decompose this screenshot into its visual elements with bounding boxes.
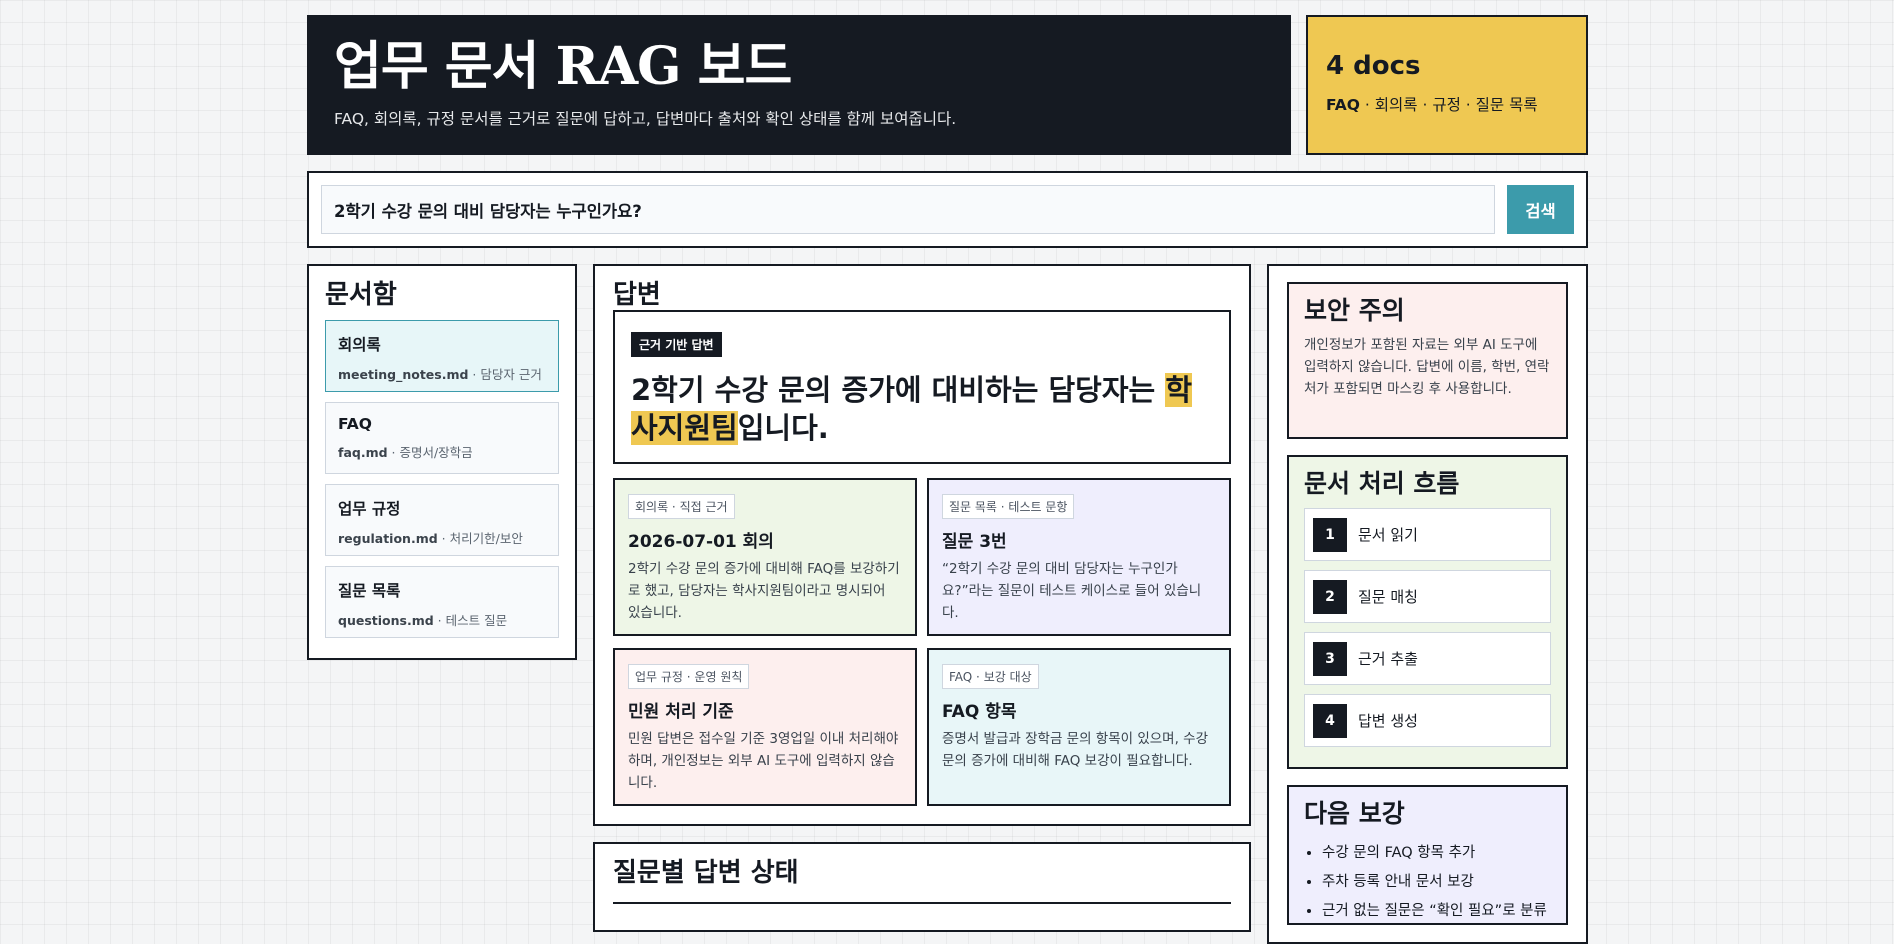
hero-banner: 업무 문서 RAG 보드 FAQ, 회의록, 규정 문서를 근거로 질문에 답하… <box>307 15 1291 155</box>
evidence-card: 회의록 · 직접 근거 2026-07-01 회의 2학기 수강 문의 증가에 … <box>613 478 917 636</box>
evidence-body: 2학기 수강 문의 증가에 대비해 FAQ를 보강하기로 했고, 담당자는 학사… <box>628 561 900 621</box>
answer-panel: 답변 근거 기반 답변 2학기 수강 문의 증가에 대비하는 담당자는 학사지원… <box>593 264 1251 826</box>
evidence-title: 2026-07-01 회의 <box>628 532 774 552</box>
next-improvements-list: 수강 문의 FAQ 항목 추가 주차 등록 안내 문서 보강 근거 없는 질문은… <box>1304 839 1551 926</box>
evidence-tag: 업무 규정 · 운영 원칙 <box>628 664 750 689</box>
flow-step-label: 질문 매칭 <box>1358 588 1418 606</box>
doc-item-regulation[interactable]: 업무 규정 regulation.md · 처리기한/보안 <box>325 484 559 556</box>
evidence-tag: 회의록 · 직접 근거 <box>628 494 735 519</box>
doc-item-desc: · 담당자 근거 <box>468 367 542 382</box>
info-sidebar: 보안 주의 개인정보가 포함된 자료는 외부 AI 도구에 입력하지 않습니다.… <box>1267 264 1588 944</box>
doc-item-meeting-notes[interactable]: 회의록 meeting_notes.md · 담당자 근거 <box>325 320 559 392</box>
search-button[interactable]: 검색 <box>1507 185 1574 234</box>
security-body: 개인정보가 포함된 자료는 외부 AI 도구에 입력하지 않습니다. 답변에 이… <box>1304 337 1550 397</box>
doc-item-meta: questions.md · 테스트 질문 <box>338 610 546 629</box>
evidence-tag: 질문 목록 · 테스트 문항 <box>942 494 1075 519</box>
answer-heading: 답변 <box>613 280 661 310</box>
evidence-tag: FAQ · 보강 대상 <box>942 664 1039 689</box>
flow-step-number: 1 <box>1313 517 1347 552</box>
flow-step: 2 질문 매칭 <box>1304 570 1551 623</box>
answer-text-before: 2학기 수강 문의 증가에 대비하는 담당자는 <box>631 373 1166 407</box>
process-flow: 문서 처리 흐름 1 문서 읽기 2 질문 매칭 3 근거 추출 4 답변 생성 <box>1287 455 1568 769</box>
evidence-card: FAQ · 보강 대상 FAQ 항목 증명서 발급과 장학금 문의 항목이 있으… <box>927 648 1231 806</box>
doc-item-desc: · 처리기한/보안 <box>437 531 523 546</box>
doc-item-file: faq.md <box>338 445 388 460</box>
security-heading: 보안 주의 <box>1304 296 1405 325</box>
process-flow-heading: 문서 처리 흐름 <box>1304 469 1460 498</box>
flow-step-number: 2 <box>1313 579 1347 614</box>
flow-step: 1 문서 읽기 <box>1304 508 1551 561</box>
doc-item-desc: · 테스트 질문 <box>433 613 508 628</box>
evidence-title: 질문 3번 <box>942 532 1007 552</box>
list-item: 근거 없는 질문은 “확인 필요”로 분류 <box>1322 897 1551 926</box>
doc-item-meta: meeting_notes.md · 담당자 근거 <box>338 364 546 383</box>
answer-status-table <box>613 902 1231 904</box>
answer-text: 2학기 수강 문의 증가에 대비하는 담당자는 학사지원팀입니다. <box>631 371 1213 447</box>
answer-status-panel: 질문별 답변 상태 <box>593 842 1251 932</box>
search-bar: 검색 <box>307 171 1588 248</box>
flow-step-label: 답변 생성 <box>1358 712 1418 730</box>
evidence-title: FAQ 항목 <box>942 702 1017 722</box>
document-list-heading: 문서함 <box>325 280 397 310</box>
evidence-card: 업무 규정 · 운영 원칙 민원 처리 기준 민원 답변은 접수일 기준 3영업… <box>613 648 917 806</box>
flow-step-number: 3 <box>1313 641 1347 676</box>
page-subtitle: FAQ, 회의록, 규정 문서를 근거로 질문에 답하고, 답변마다 출처와 확… <box>334 110 957 128</box>
evidence-title: 민원 처리 기준 <box>628 702 734 722</box>
next-improvements: 다음 보강 수강 문의 FAQ 항목 추가 주차 등록 안내 문서 보강 근거 … <box>1287 785 1568 925</box>
list-item: 주차 등록 안내 문서 보강 <box>1322 868 1551 897</box>
doc-item-file: meeting_notes.md <box>338 367 469 382</box>
docs-types: FAQ · 회의록 · 규정 · 질문 목록 <box>1326 93 1568 115</box>
doc-item-title: 회의록 <box>338 336 381 354</box>
docs-summary-card: 4 docs FAQ · 회의록 · 규정 · 질문 목록 <box>1306 15 1588 155</box>
evidence-body: 민원 답변은 접수일 기준 3영업일 이내 처리해야 하며, 개인정보는 외부 … <box>628 731 899 791</box>
doc-item-file: regulation.md <box>338 531 438 546</box>
answer-status-heading: 질문별 답변 상태 <box>613 858 799 888</box>
doc-item-meta: regulation.md · 처리기한/보안 <box>338 528 546 547</box>
list-item: 수강 문의 FAQ 항목 추가 <box>1322 839 1551 868</box>
flow-step-label: 근거 추출 <box>1358 650 1418 668</box>
answer-badge: 근거 기반 답변 <box>631 332 722 357</box>
doc-item-title: 업무 규정 <box>338 500 401 518</box>
flow-step: 4 답변 생성 <box>1304 694 1551 747</box>
flow-step-number: 4 <box>1313 703 1347 738</box>
answer-text-after: 입니다. <box>737 411 829 445</box>
security-notice: 보안 주의 개인정보가 포함된 자료는 외부 AI 도구에 입력하지 않습니다.… <box>1287 282 1568 439</box>
doc-item-title: 질문 목록 <box>338 582 401 600</box>
answer-card: 근거 기반 답변 2학기 수강 문의 증가에 대비하는 담당자는 학사지원팀입니… <box>613 310 1231 464</box>
doc-item-meta: faq.md · 증명서/장학금 <box>338 442 546 461</box>
doc-item-desc: · 증명서/장학금 <box>387 445 473 460</box>
evidence-cards: 회의록 · 직접 근거 2026-07-01 회의 2학기 수강 문의 증가에 … <box>613 478 1231 806</box>
flow-step-label: 문서 읽기 <box>1358 526 1418 544</box>
evidence-card: 질문 목록 · 테스트 문항 질문 3번 “2학기 수강 문의 대비 담당자는 … <box>927 478 1231 636</box>
docs-types-rest: · 회의록 · 규정 · 질문 목록 <box>1359 96 1538 114</box>
doc-item-title: FAQ <box>338 415 372 433</box>
evidence-body: “2학기 수강 문의 대비 담당자는 누구인가요?”라는 질문이 테스트 케이스… <box>942 561 1202 621</box>
doc-item-questions[interactable]: 질문 목록 questions.md · 테스트 질문 <box>325 566 559 638</box>
doc-item-file: questions.md <box>338 613 434 628</box>
docs-types-lead: FAQ <box>1326 96 1360 114</box>
document-list-panel: 문서함 회의록 meeting_notes.md · 담당자 근거 FAQ fa… <box>307 264 577 660</box>
doc-item-faq[interactable]: FAQ faq.md · 증명서/장학금 <box>325 402 559 474</box>
page-title: 업무 문서 RAG 보드 <box>334 36 792 97</box>
flow-step: 3 근거 추출 <box>1304 632 1551 685</box>
search-input[interactable] <box>321 185 1495 234</box>
evidence-body: 증명서 발급과 장학금 문의 항목이 있으며, 수강 문의 증가에 대비해 FA… <box>942 731 1209 769</box>
docs-count: 4 docs <box>1326 51 1421 81</box>
next-improvements-heading: 다음 보강 <box>1304 799 1405 828</box>
